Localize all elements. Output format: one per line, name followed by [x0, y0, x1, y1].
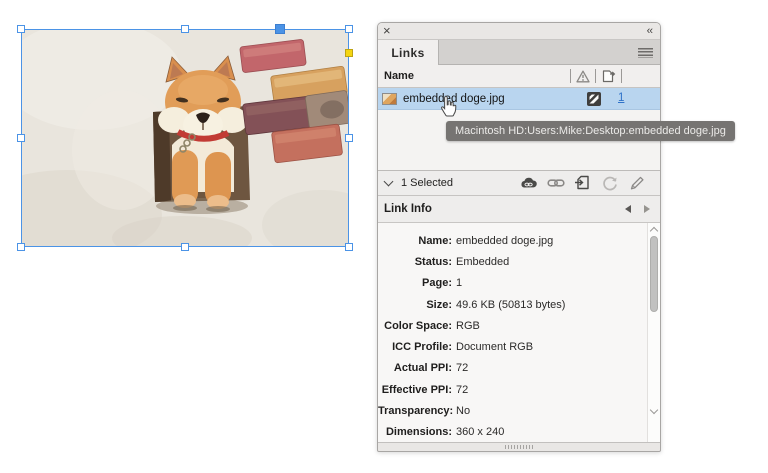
info-row: Name: embedded doge.jpg: [378, 230, 660, 251]
application-window: × ‹‹ Links Name embedded doge.jpg 1 1 Se…: [0, 0, 768, 473]
tab-links[interactable]: Links: [378, 40, 439, 65]
selected-image-frame[interactable]: [17, 24, 353, 251]
prev-link-icon[interactable]: [625, 205, 631, 213]
column-separator: [595, 69, 596, 83]
frame-handle-top-left[interactable]: [17, 25, 25, 33]
scroll-down-icon[interactable]: [649, 405, 659, 415]
path-tooltip: Macintosh HD:Users:Mike:Desktop:embedded…: [446, 121, 735, 141]
frame-handle-top-right[interactable]: [345, 25, 353, 33]
go-to-link-icon[interactable]: [573, 173, 592, 192]
info-value: No: [456, 405, 471, 418]
info-label: Page:: [422, 277, 452, 290]
info-row: Size: 49.6 KB (50813 bytes): [378, 294, 660, 315]
info-row: Color Space: RGB: [378, 315, 660, 336]
info-row: Page: 1: [378, 273, 660, 294]
selected-count-bar: 1 Selected: [378, 170, 660, 195]
info-label: ICC Profile:: [392, 341, 452, 354]
hand-cursor: [441, 95, 457, 117]
relink-icon[interactable]: [546, 173, 565, 192]
info-label: Color Space:: [384, 319, 452, 332]
info-row: Transparency: No: [378, 400, 660, 421]
scroll-up-icon[interactable]: [649, 226, 659, 236]
cc-libraries-icon[interactable]: [519, 173, 538, 192]
info-value: 72: [456, 362, 469, 375]
link-row-selected[interactable]: embedded doge.jpg 1: [378, 88, 660, 110]
next-link-icon[interactable]: [644, 205, 650, 213]
info-value: 49.6 KB (50813 bytes): [456, 298, 566, 311]
frame-handle-bottom-right[interactable]: [345, 243, 353, 251]
frame-anchor-handle[interactable]: [275, 24, 285, 34]
info-value: 360 x 240: [456, 426, 505, 439]
list-column-header: Name: [378, 65, 660, 88]
info-label: Name:: [418, 234, 452, 247]
resize-grip[interactable]: [505, 445, 533, 449]
info-row: Dimensions: 360 x 240: [378, 422, 660, 442]
panel-titlebar: × ‹‹: [378, 23, 660, 40]
disclosure-icon[interactable]: [383, 176, 394, 187]
frame-handle-bottom-left[interactable]: [17, 243, 25, 251]
embedded-status-icon[interactable]: [587, 92, 601, 106]
panel-tab-bar: Links: [378, 40, 660, 65]
info-value: RGB: [456, 319, 480, 332]
info-value: Document RGB: [456, 341, 534, 354]
info-label: Actual PPI:: [393, 362, 452, 375]
link-info-section: Name: embedded doge.jpg Status: Embedded P…: [378, 222, 660, 442]
update-link-icon[interactable]: [600, 173, 619, 192]
info-row: Status: Embedded: [378, 251, 660, 272]
frame-handle-bottom-middle[interactable]: [181, 243, 189, 251]
info-value: embedded doge.jpg: [456, 234, 554, 247]
frame-handle-middle-right[interactable]: [345, 134, 353, 142]
info-label: Effective PPI:: [381, 383, 452, 396]
info-row: ICC Profile: Document RGB: [378, 336, 660, 357]
image-thumbnail-icon: [382, 92, 397, 105]
info-label: Status:: [414, 255, 452, 268]
info-label: Dimensions:: [385, 426, 452, 439]
column-separator: [570, 69, 571, 83]
close-icon[interactable]: ×: [383, 23, 391, 38]
info-value: Embedded: [456, 255, 510, 268]
selected-count-label: 1 Selected: [401, 177, 453, 189]
info-row: Actual PPI: 72: [378, 358, 660, 379]
frame-handle-top-middle[interactable]: [181, 25, 189, 33]
panel-bottom-bar: [378, 442, 660, 451]
frame-handle-middle-left[interactable]: [17, 134, 25, 142]
name-column-label[interactable]: Name: [384, 70, 414, 82]
info-row: Effective PPI: 72: [378, 379, 660, 400]
corner-options-widget[interactable]: [345, 49, 353, 57]
collapse-panel-icon[interactable]: ‹‹: [647, 24, 653, 38]
placed-image-shiba: [22, 30, 348, 246]
info-value: 72: [456, 383, 469, 396]
link-info-header: Link Info: [378, 195, 660, 222]
edit-original-icon[interactable]: [627, 173, 646, 192]
warning-icon[interactable]: [576, 70, 590, 83]
panel-menu-icon[interactable]: [638, 48, 653, 58]
go-to-page-link[interactable]: 1: [618, 92, 624, 104]
link-info-title: Link Info: [384, 203, 432, 215]
info-scrollbar[interactable]: [647, 223, 660, 442]
info-label: Transparency:: [378, 405, 454, 418]
links-panel: × ‹‹ Links Name embedded doge.jpg 1 1 Se…: [377, 22, 661, 452]
column-separator: [621, 69, 622, 83]
tooltip-text: Macintosh HD:Users:Mike:Desktop:embedded…: [455, 125, 726, 137]
scrollbar-thumb[interactable]: [650, 236, 658, 312]
info-value: 1: [456, 277, 463, 290]
info-label: Size:: [426, 298, 452, 311]
page-column-icon[interactable]: [601, 69, 616, 83]
